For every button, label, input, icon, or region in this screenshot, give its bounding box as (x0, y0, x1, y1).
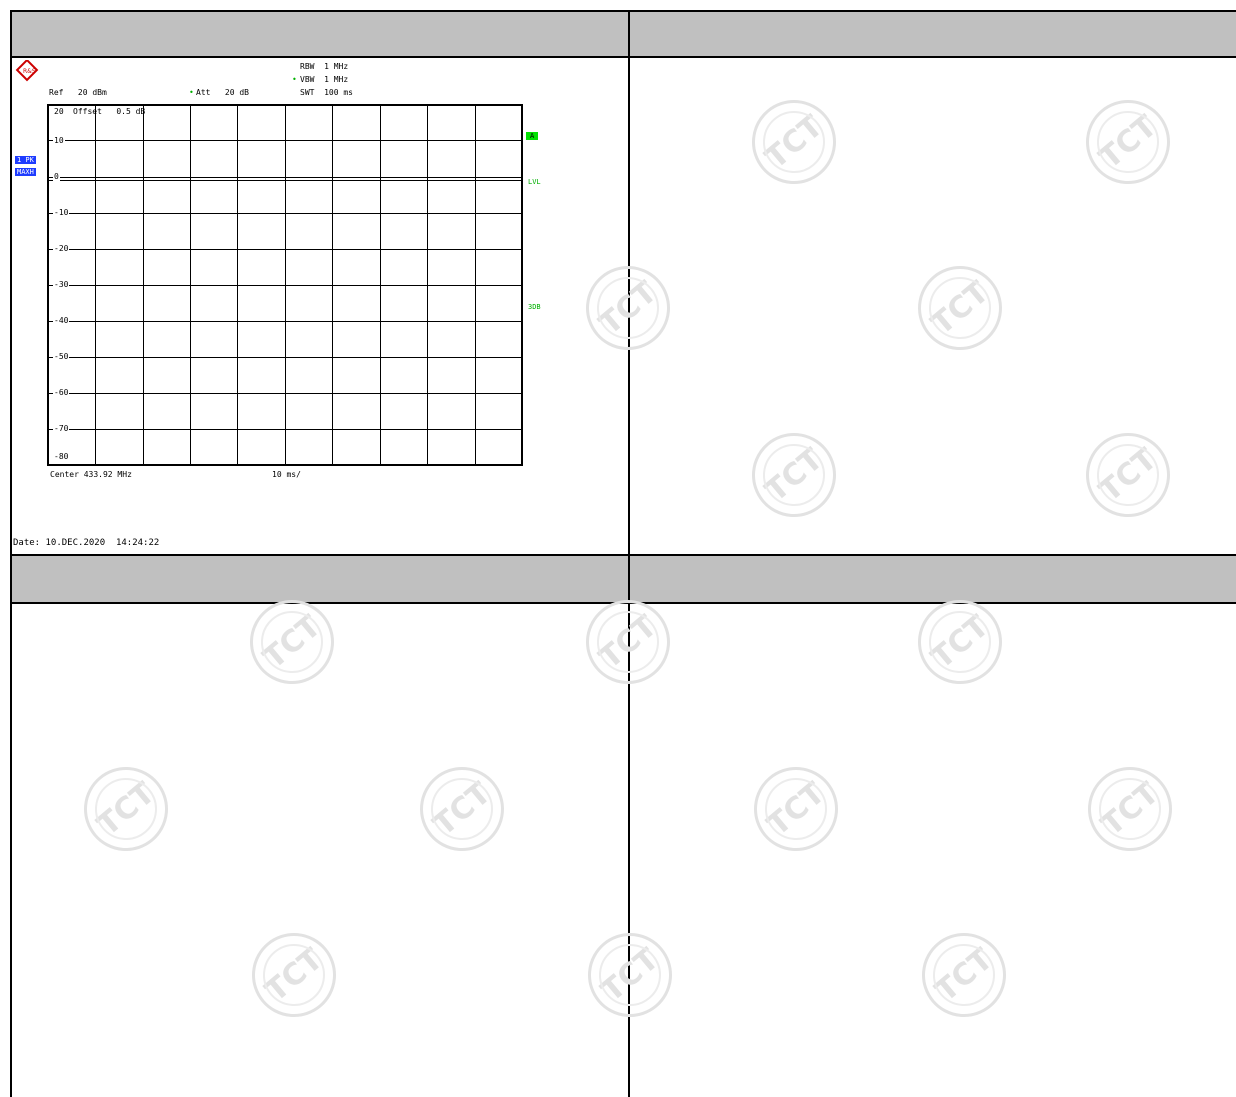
border-header1-bottom (10, 56, 1236, 58)
vbw-marker-icon: • (292, 75, 297, 84)
analyzer-plot: 20 10 0 -10 -20 -30 -40 -50 -60 -70 -80 … (47, 104, 523, 466)
offset-readout: Offset 0.5 dB (73, 107, 146, 116)
y-tick: -40 (53, 316, 70, 325)
swt-readout: SWT 100 ms (300, 88, 353, 97)
border-row1-bottom (10, 554, 1236, 556)
header-cell-mid-left (10, 556, 628, 602)
border-left (10, 10, 12, 1097)
y-tick: 0 (53, 172, 60, 181)
y-tick: 20 (53, 107, 65, 116)
rbw-readout: RBW 1 MHz (300, 62, 349, 71)
vbw-readout: VBW 1 MHz (300, 75, 349, 84)
y-tick: -50 (53, 352, 70, 361)
header-cell-top-left (10, 10, 628, 56)
att-marker-icon: • (189, 88, 194, 97)
y-tick: -60 (53, 388, 70, 397)
3db-label: 3DB (528, 303, 541, 311)
y-tick: 10 (53, 136, 65, 145)
trace-badge: 1 PK (15, 156, 36, 164)
date-stamp: Date: 10.DEC.2020 14:24:22 (13, 538, 160, 548)
svg-text:R&S: R&S (23, 68, 36, 75)
mode-badge: MAXH (15, 168, 36, 176)
y-tick: -20 (53, 244, 70, 253)
y-tick: -10 (53, 208, 70, 217)
rs-logo-icon: R&S (15, 60, 39, 82)
ref-level-readout: Ref 20 dBm (49, 88, 107, 97)
center-frequency: Center 433.92 MHz (50, 470, 132, 479)
y-tick: -70 (53, 424, 70, 433)
reference-line (47, 180, 523, 181)
lvl-label: LVL (528, 178, 541, 186)
y-tick: -80 (53, 452, 70, 461)
header-cell-top-right (630, 10, 1236, 56)
span-readout: 10 ms/ (272, 470, 301, 479)
y-tick: -30 (53, 280, 70, 289)
marker-a-badge: A (526, 132, 539, 140)
attenuation-readout: Att 20 dB (196, 88, 249, 97)
header-cell-mid-right (630, 556, 1236, 602)
border-top (10, 10, 1236, 12)
